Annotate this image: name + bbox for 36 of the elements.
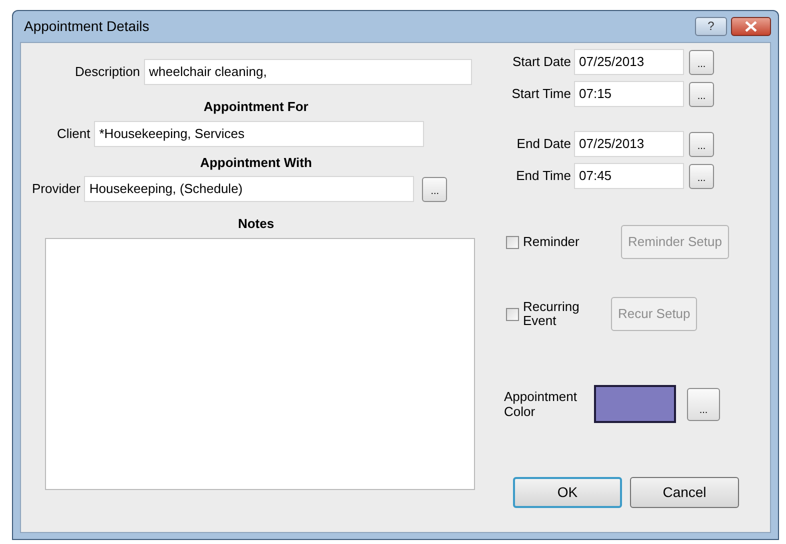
- checkbox-label: Recurring Event: [523, 300, 579, 328]
- text-field[interactable]: wheelchair cleaning,: [144, 59, 472, 85]
- color-swatch[interactable]: [594, 385, 676, 423]
- section-heading: Appointment For: [202, 98, 310, 116]
- color-label: Appointment Color: [504, 389, 578, 419]
- field-label: Provider: [32, 180, 80, 198]
- text-field[interactable]: 07/25/2013: [574, 131, 684, 157]
- field-label: Description: [75, 63, 140, 82]
- dialog-button[interactable]: OK: [513, 477, 622, 508]
- notes-field[interactable]: [45, 238, 475, 490]
- field-label: End Date: [516, 135, 571, 154]
- field-label: Client: [57, 124, 90, 143]
- browse-button[interactable]: ...: [689, 132, 714, 156]
- window-title: Appointment Details: [24, 17, 150, 36]
- section-heading: Appointment With: [199, 154, 313, 172]
- close-icon: [745, 21, 757, 32]
- text-field[interactable]: 07:15: [574, 81, 684, 107]
- checkbox[interactable]: [506, 308, 519, 320]
- field-label: Start Date: [511, 53, 571, 72]
- browse-button[interactable]: ...: [689, 164, 714, 188]
- section-heading: Notes: [236, 215, 276, 233]
- color-picker-button[interactable]: ...: [687, 388, 720, 420]
- help-button[interactable]: ?: [695, 17, 727, 36]
- browse-button[interactable]: ...: [422, 176, 448, 202]
- checkbox-label: Reminder: [523, 233, 580, 252]
- text-field[interactable]: Housekeeping, (Schedule): [84, 176, 414, 202]
- field-label: End Time: [515, 167, 571, 186]
- close-button[interactable]: [731, 17, 771, 36]
- checkbox[interactable]: [506, 236, 519, 248]
- field-label: Start Time: [510, 85, 571, 104]
- text-field[interactable]: *Housekeeping, Services: [94, 120, 424, 146]
- browse-button[interactable]: ...: [689, 50, 714, 74]
- dialog-button[interactable]: Cancel: [630, 477, 739, 508]
- browse-button[interactable]: ...: [689, 82, 714, 106]
- text-field[interactable]: 07/25/2013: [574, 49, 684, 75]
- text-field[interactable]: 07:45: [574, 163, 684, 189]
